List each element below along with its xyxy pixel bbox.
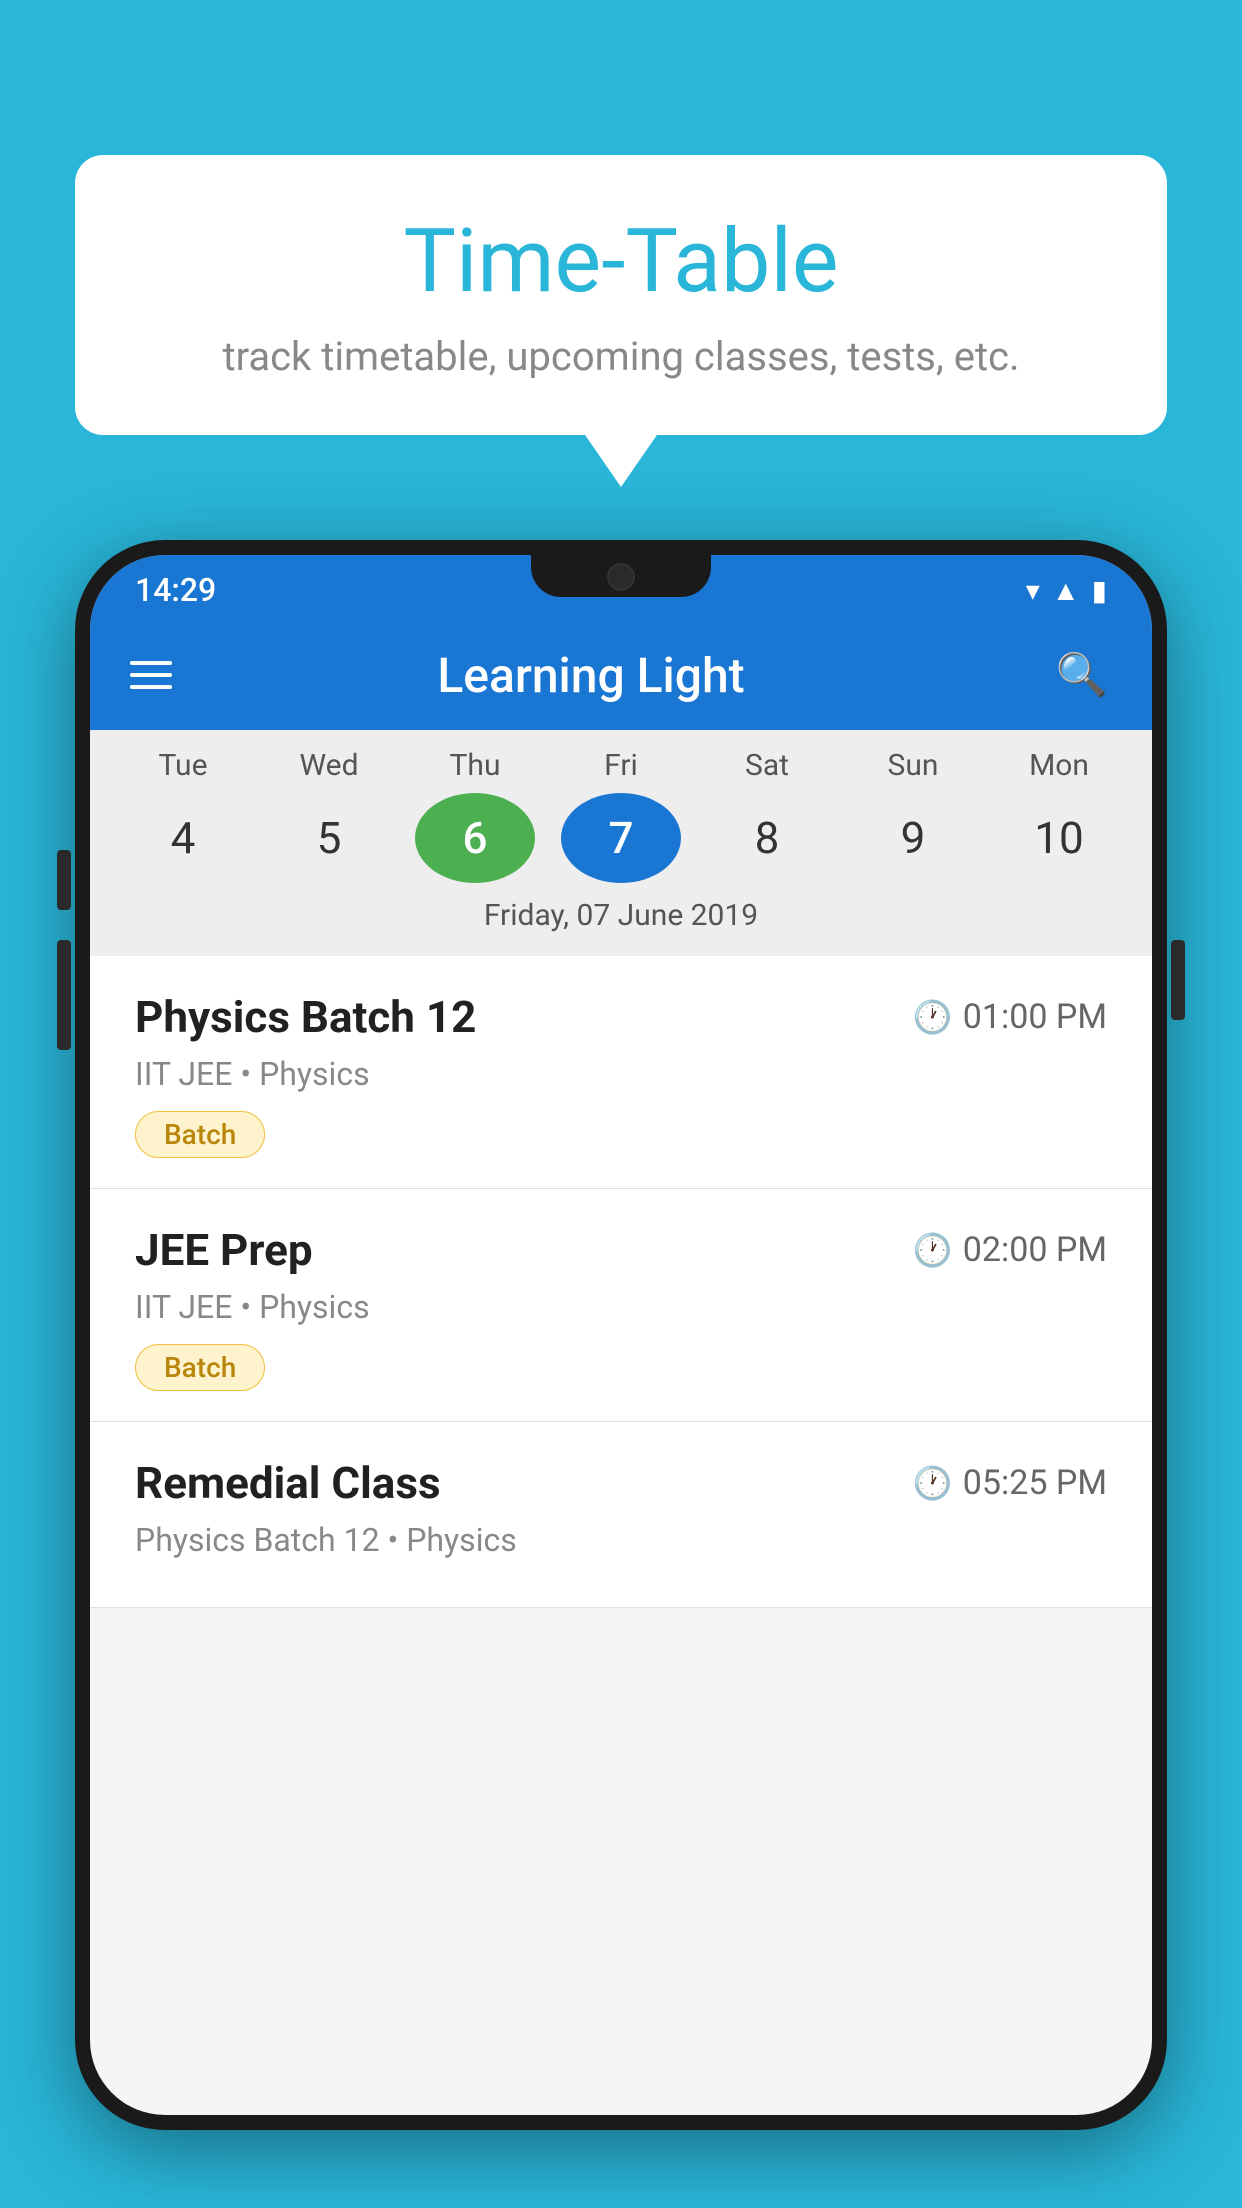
schedule-item-1-subtitle: IIT JEE • Physics — [135, 1055, 1107, 1093]
day-header-sun[interactable]: Sun — [853, 748, 973, 783]
day-header-thu[interactable]: Thu — [415, 748, 535, 783]
schedule-list: Physics Batch 12 🕐 01:00 PM IIT JEE • Ph… — [90, 956, 1152, 1608]
schedule-item-1-time-label: 01:00 PM — [963, 997, 1107, 1037]
calendar-week: Tue Wed Thu Fri Sat Sun Mon 4 5 6 7 8 9 … — [90, 730, 1152, 956]
schedule-item-3-title: Remedial Class — [135, 1457, 441, 1509]
day-5[interactable]: 5 — [269, 793, 389, 883]
day-headers: Tue Wed Thu Fri Sat Sun Mon — [90, 748, 1152, 783]
clock-icon-3: 🕐 — [913, 1464, 953, 1502]
status-icons: ▾ ▲ ▮ — [1026, 574, 1107, 607]
phone-container: 14:29 ▾ ▲ ▮ Learning Light 🔍 — [75, 540, 1167, 2208]
app-title: Learning Light — [130, 647, 1052, 704]
clock-icon-1: 🕐 — [913, 998, 953, 1036]
search-button[interactable]: 🔍 — [1052, 645, 1112, 705]
phone-camera — [607, 563, 635, 591]
selected-date: Friday, 07 June 2019 — [90, 893, 1152, 951]
schedule-item-2-batch-tag[interactable]: Batch — [135, 1344, 265, 1391]
wifi-icon: ▾ — [1026, 574, 1040, 607]
day-header-tue[interactable]: Tue — [123, 748, 243, 783]
day-6-today[interactable]: 6 — [415, 793, 535, 883]
schedule-item-2-time-label: 02:00 PM — [963, 1230, 1107, 1270]
schedule-item-3-time: 🕐 05:25 PM — [913, 1463, 1107, 1503]
phone-screen: 14:29 ▾ ▲ ▮ Learning Light 🔍 — [90, 555, 1152, 2115]
battery-icon: ▮ — [1092, 574, 1107, 607]
search-icon: 🔍 — [1056, 651, 1108, 700]
app-bar: Learning Light 🔍 — [90, 620, 1152, 730]
speech-bubble: Time-Table track timetable, upcoming cla… — [75, 155, 1167, 435]
day-4[interactable]: 4 — [123, 793, 243, 883]
day-numbers: 4 5 6 7 8 9 10 — [90, 783, 1152, 893]
day-header-wed[interactable]: Wed — [269, 748, 389, 783]
signal-icon: ▲ — [1052, 574, 1080, 607]
schedule-item-2[interactable]: JEE Prep 🕐 02:00 PM IIT JEE • Physics Ba… — [90, 1189, 1152, 1422]
status-time: 14:29 — [135, 571, 216, 609]
day-10[interactable]: 10 — [999, 793, 1119, 883]
schedule-item-2-header: JEE Prep 🕐 02:00 PM — [135, 1224, 1107, 1276]
schedule-item-1-time: 🕐 01:00 PM — [913, 997, 1107, 1037]
schedule-item-1-batch-tag[interactable]: Batch — [135, 1111, 265, 1158]
schedule-item-3-time-label: 05:25 PM — [963, 1463, 1107, 1503]
schedule-item-3-subtitle: Physics Batch 12 • Physics — [135, 1521, 1107, 1559]
day-header-fri[interactable]: Fri — [561, 748, 681, 783]
phone-frame: 14:29 ▾ ▲ ▮ Learning Light 🔍 — [75, 540, 1167, 2130]
day-7-selected[interactable]: 7 — [561, 793, 681, 883]
speech-bubble-subtitle: track timetable, upcoming classes, tests… — [135, 333, 1107, 380]
schedule-item-1-title: Physics Batch 12 — [135, 991, 476, 1043]
speech-bubble-container: Time-Table track timetable, upcoming cla… — [75, 155, 1167, 435]
schedule-item-3[interactable]: Remedial Class 🕐 05:25 PM Physics Batch … — [90, 1422, 1152, 1608]
clock-icon-2: 🕐 — [913, 1231, 953, 1269]
phone-notch — [531, 555, 711, 597]
schedule-item-3-header: Remedial Class 🕐 05:25 PM — [135, 1457, 1107, 1509]
power-button — [1171, 940, 1185, 1020]
day-header-mon[interactable]: Mon — [999, 748, 1119, 783]
volume-down-button — [57, 940, 71, 1050]
schedule-item-2-title: JEE Prep — [135, 1224, 313, 1276]
schedule-item-2-subtitle: IIT JEE • Physics — [135, 1288, 1107, 1326]
schedule-item-1-header: Physics Batch 12 🕐 01:00 PM — [135, 991, 1107, 1043]
schedule-item-2-time: 🕐 02:00 PM — [913, 1230, 1107, 1270]
day-9[interactable]: 9 — [853, 793, 973, 883]
day-header-sat[interactable]: Sat — [707, 748, 827, 783]
day-8[interactable]: 8 — [707, 793, 827, 883]
schedule-item-1[interactable]: Physics Batch 12 🕐 01:00 PM IIT JEE • Ph… — [90, 956, 1152, 1189]
speech-bubble-title: Time-Table — [135, 210, 1107, 313]
volume-up-button — [57, 850, 71, 910]
